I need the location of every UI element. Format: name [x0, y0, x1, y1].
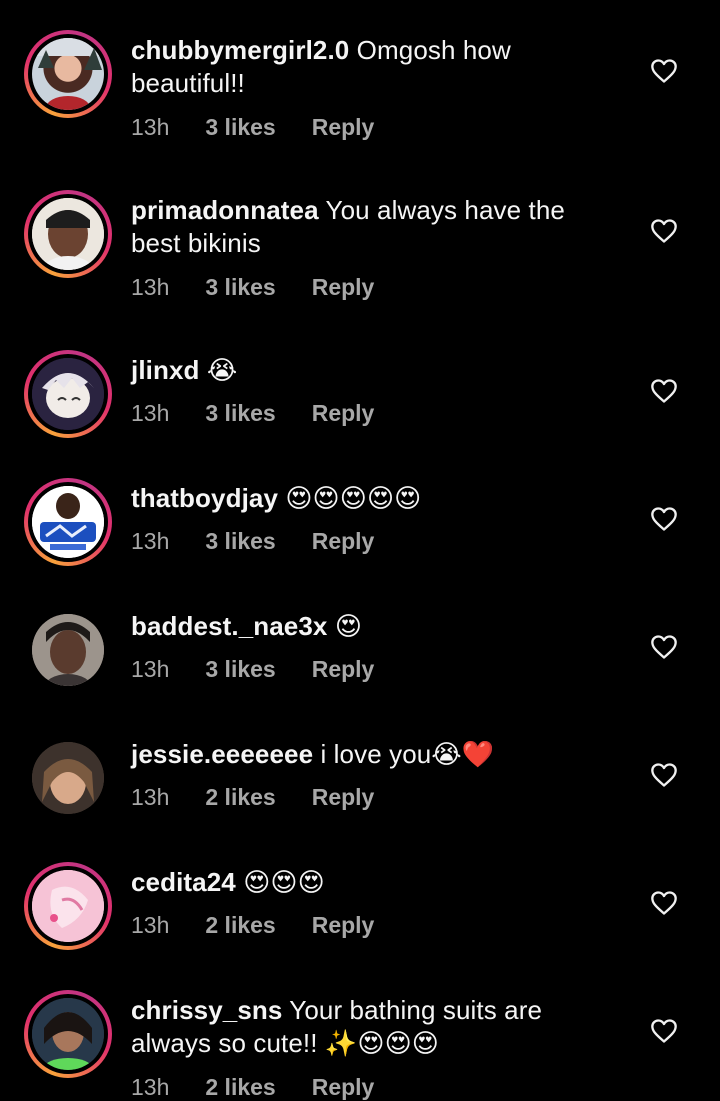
comment-username[interactable]: jlinxd: [131, 355, 200, 385]
comment-likes-count[interactable]: 2 likes: [205, 784, 275, 811]
comment-text: chrissy_sns Your bathing suits are alway…: [131, 994, 591, 1060]
avatar-container[interactable]: [24, 606, 112, 694]
comment-text: jessie.eeeeeee i love you😭❤️: [131, 738, 591, 771]
avatar-story-ring[interactable]: [24, 478, 112, 566]
comment-meta: 13h 3 likes Reply: [131, 274, 374, 301]
comment-timestamp: 13h: [131, 114, 170, 140]
comment-meta: 13h 3 likes Reply: [131, 114, 374, 141]
avatar-story-ring[interactable]: [24, 350, 112, 438]
comment-meta: 13h 2 likes Reply: [131, 912, 374, 939]
comment-username[interactable]: jessie.eeeeeee: [131, 739, 313, 769]
heart-outline-icon[interactable]: [650, 762, 678, 788]
comment-meta: 13h 3 likes Reply: [131, 528, 374, 555]
comment-timestamp: 13h: [131, 274, 170, 300]
comment-likes-count[interactable]: 3 likes: [205, 114, 275, 141]
comment-body: i love you😭❤️: [320, 739, 495, 769]
comment-text: jlinxd 😭: [131, 354, 591, 388]
comment-timestamp: 13h: [131, 784, 170, 810]
heart-outline-icon[interactable]: [650, 506, 678, 532]
comment-username[interactable]: baddest._nae3x: [131, 611, 328, 641]
comment-body: 😍😍😍: [243, 868, 325, 898]
comment-text: chubbymergirl2.0 Omgosh how beautiful!!: [131, 34, 591, 100]
avatar-photo: [32, 614, 104, 686]
reply-button[interactable]: Reply: [312, 528, 375, 555]
avatar-photo: [32, 198, 104, 270]
comment-text: cedita24 😍😍😍: [131, 866, 591, 900]
comment-meta: 13h 2 likes Reply: [131, 1074, 374, 1101]
reply-button[interactable]: Reply: [312, 114, 375, 141]
comment-username[interactable]: cedita24: [131, 867, 236, 897]
reply-button[interactable]: Reply: [312, 912, 375, 939]
reply-button[interactable]: Reply: [312, 274, 375, 301]
avatar-photo: [32, 358, 104, 430]
comment-likes-count[interactable]: 3 likes: [205, 274, 275, 301]
comment-text: thatboydjay 😍😍😍😍😍: [131, 482, 591, 516]
avatar-photo: [32, 870, 104, 942]
comment-username[interactable]: chubbymergirl2.0: [131, 35, 349, 65]
reply-button[interactable]: Reply: [312, 656, 375, 683]
avatar-story-ring[interactable]: [24, 30, 112, 118]
comment-likes-count[interactable]: 3 likes: [205, 528, 275, 555]
comment-meta: 13h 3 likes Reply: [131, 656, 374, 683]
comment-timestamp: 13h: [131, 528, 170, 554]
reply-button[interactable]: Reply: [312, 1074, 375, 1101]
avatar: [32, 614, 104, 686]
avatar: [32, 198, 104, 270]
comment-body: 😍😍😍😍😍: [285, 484, 422, 514]
comment-likes-count[interactable]: 2 likes: [205, 1074, 275, 1101]
comment-likes-count[interactable]: 3 likes: [205, 656, 275, 683]
comment-username[interactable]: primadonnatea: [131, 195, 319, 225]
avatar-story-ring[interactable]: [24, 862, 112, 950]
avatar: [32, 998, 104, 1070]
avatar-photo: [32, 38, 104, 110]
comment-timestamp: 13h: [131, 912, 170, 938]
heart-outline-icon[interactable]: [650, 634, 678, 660]
avatar: [32, 870, 104, 942]
comment-username[interactable]: chrissy_sns: [131, 995, 282, 1025]
comment-meta: 13h 3 likes Reply: [131, 400, 374, 427]
comment-body: 😭: [206, 356, 238, 386]
heart-outline-icon[interactable]: [650, 378, 678, 404]
comment-text: baddest._nae3x 😍: [131, 610, 591, 644]
avatar-photo: [32, 742, 104, 814]
comment-body: 😍: [334, 612, 363, 642]
avatar: [32, 742, 104, 814]
comment-likes-count[interactable]: 3 likes: [205, 400, 275, 427]
comment-timestamp: 13h: [131, 400, 170, 426]
avatar-story-ring[interactable]: [24, 990, 112, 1078]
reply-button[interactable]: Reply: [312, 784, 375, 811]
heart-outline-icon[interactable]: [650, 58, 678, 84]
comment-likes-count[interactable]: 2 likes: [205, 912, 275, 939]
comment-text: primadonnatea You always have the best b…: [131, 194, 591, 260]
avatar: [32, 38, 104, 110]
avatar-photo: [32, 998, 104, 1070]
avatar: [32, 486, 104, 558]
avatar-container[interactable]: [24, 734, 112, 822]
avatar-photo: [32, 486, 104, 558]
reply-button[interactable]: Reply: [312, 400, 375, 427]
heart-outline-icon[interactable]: [650, 1018, 678, 1044]
heart-outline-icon[interactable]: [650, 890, 678, 916]
comment-timestamp: 13h: [131, 1074, 170, 1100]
comment-username[interactable]: thatboydjay: [131, 483, 278, 513]
avatar: [32, 358, 104, 430]
heart-outline-icon[interactable]: [650, 218, 678, 244]
comment-timestamp: 13h: [131, 656, 170, 682]
avatar-story-ring[interactable]: [24, 190, 112, 278]
comment-meta: 13h 2 likes Reply: [131, 784, 374, 811]
